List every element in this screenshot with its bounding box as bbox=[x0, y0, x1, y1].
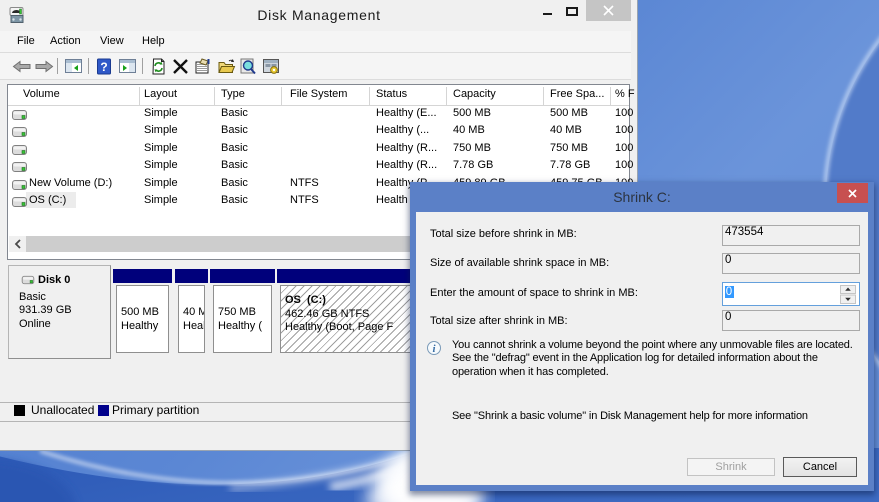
svg-text:?: ? bbox=[100, 60, 107, 74]
